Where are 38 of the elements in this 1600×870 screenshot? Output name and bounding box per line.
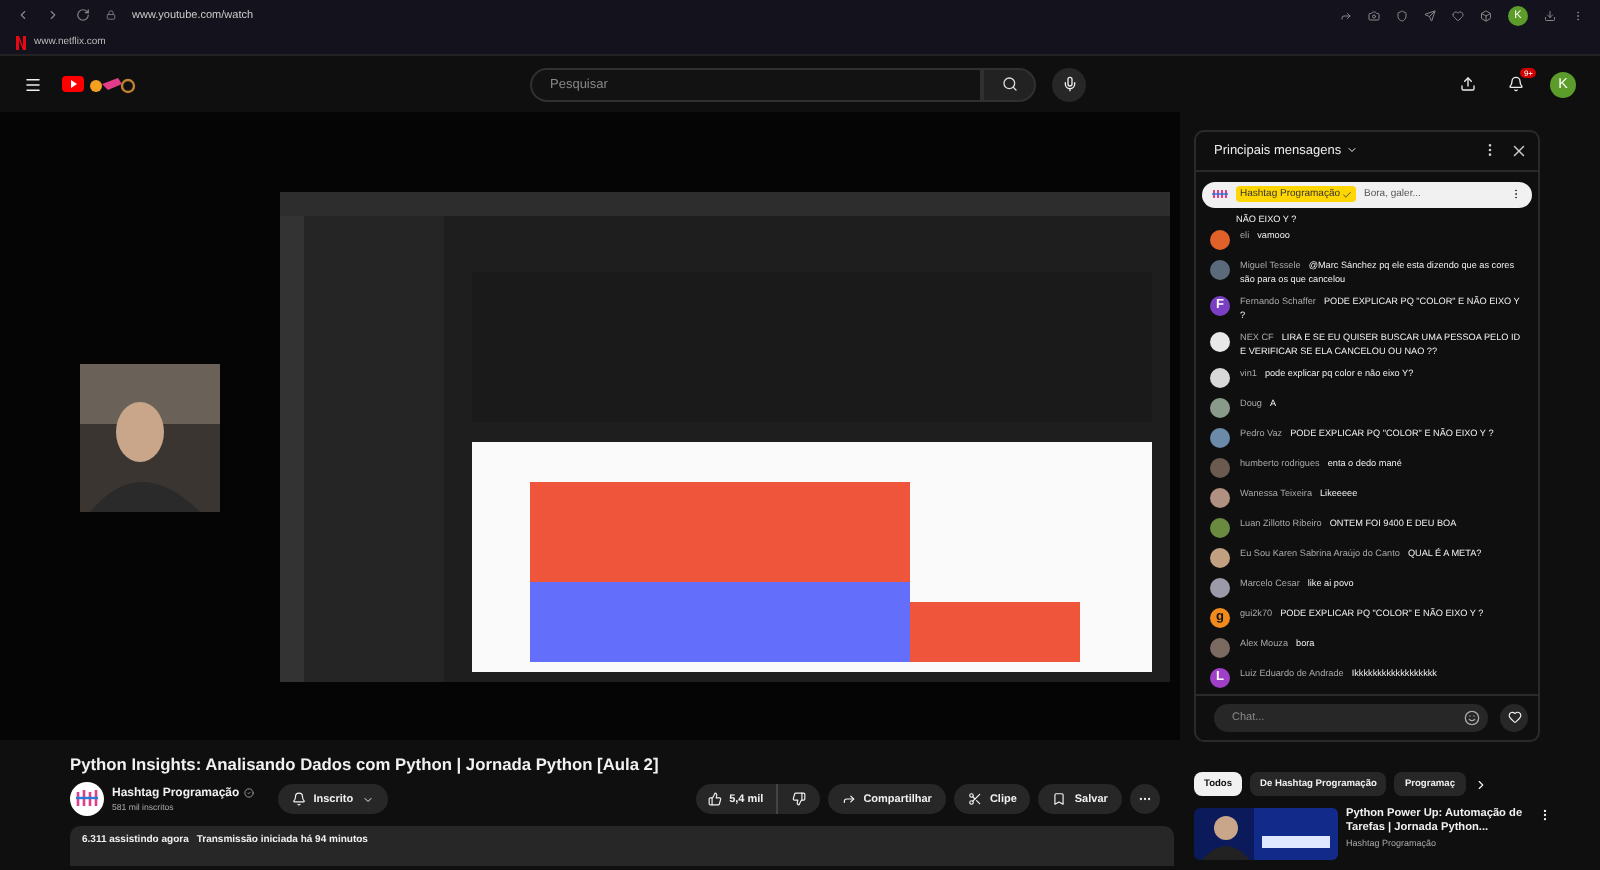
thumbs-up-icon (707, 792, 722, 806)
heart-button[interactable] (1500, 703, 1528, 732)
video-title: Python Insights: Analisando Dados com Python | Jornada Python [Aula 2] (68, 752, 661, 774)
netflix-icon (16, 35, 26, 49)
chevron-down-icon (1345, 144, 1358, 157)
chevron-down-icon (361, 793, 374, 805)
more-icon[interactable] (1538, 808, 1552, 822)
microphone-button[interactable] (1052, 67, 1086, 101)
close-icon[interactable] (1510, 141, 1528, 160)
scissors-icon (967, 792, 982, 806)
download-icon[interactable] (1544, 9, 1556, 21)
share-icon (841, 792, 856, 806)
check-icon (1342, 189, 1353, 200)
cube-icon[interactable] (1480, 9, 1492, 21)
menu-icon[interactable] (24, 75, 42, 93)
bell-icon (291, 792, 306, 806)
next-icon[interactable] (1473, 777, 1487, 791)
share-icon[interactable] (1340, 9, 1352, 21)
heart-icon (1507, 710, 1521, 725)
search-button[interactable] (982, 67, 1036, 101)
camera-icon[interactable] (1368, 9, 1380, 21)
more-icon (1137, 792, 1152, 806)
microphone-icon (1061, 76, 1077, 92)
shield-icon[interactable] (1396, 9, 1408, 21)
channel-logo-icon (1212, 188, 1228, 201)
emoji-icon[interactable] (1464, 709, 1480, 726)
channel-avatar[interactable] (70, 782, 104, 816)
lock-icon (106, 10, 116, 20)
thumbs-down-icon (791, 792, 806, 806)
bookmark-icon (1052, 792, 1067, 806)
back-icon[interactable] (16, 8, 30, 22)
bell-icon (1508, 76, 1524, 92)
search-icon (1001, 76, 1017, 92)
reload-icon[interactable] (76, 8, 90, 22)
heart-icon[interactable] (1452, 9, 1464, 21)
send-icon[interactable] (1424, 9, 1436, 21)
upload-icon (1460, 76, 1476, 92)
forward-icon[interactable] (46, 8, 60, 22)
